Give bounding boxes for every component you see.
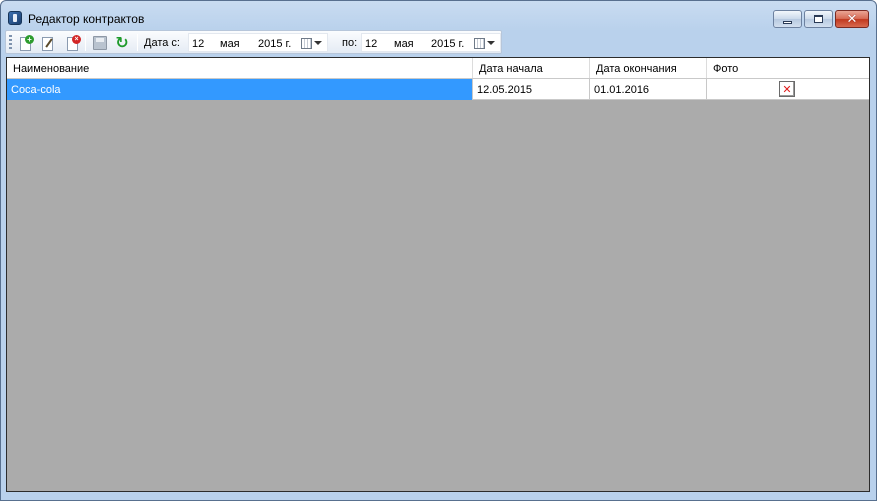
- add-button[interactable]: +: [17, 34, 35, 51]
- toolbar-separator: [137, 34, 138, 51]
- toolbar-separator: [85, 34, 86, 51]
- save-disk-icon: [93, 35, 107, 50]
- close-icon: ✕: [782, 82, 792, 96]
- edit-button[interactable]: [39, 34, 57, 51]
- cell-name[interactable]: Coca-cola: [7, 79, 473, 100]
- date-from-month[interactable]: мая: [220, 38, 240, 50]
- minimize-button[interactable]: [773, 10, 802, 28]
- delete-button[interactable]: ×: [64, 34, 82, 51]
- date-from-picker[interactable]: 12 мая 2015 г.: [188, 33, 328, 52]
- refresh-button[interactable]: ↻: [113, 34, 131, 51]
- close-icon: ✕: [846, 11, 858, 27]
- window-title: Редактор контрактов: [28, 12, 145, 26]
- date-from-calendar-button[interactable]: [301, 36, 325, 50]
- date-to-month[interactable]: мая: [394, 38, 414, 50]
- calendar-icon: [301, 37, 312, 49]
- date-from-label: Дата с:: [144, 37, 180, 49]
- date-from-year[interactable]: 2015 г.: [258, 38, 291, 50]
- contracts-grid[interactable]: Наименование Дата начала Дата окончания …: [6, 57, 870, 492]
- save-button[interactable]: [91, 34, 109, 51]
- delete-document-icon: ×: [65, 34, 81, 51]
- date-to-day[interactable]: 12: [365, 38, 377, 50]
- column-header-name[interactable]: Наименование: [7, 58, 473, 78]
- calendar-icon: [474, 37, 485, 49]
- column-header-start-date[interactable]: Дата начала: [473, 58, 590, 78]
- date-to-label: по:: [342, 37, 358, 49]
- toolbar: + × ↻ Дата с: 12 мая 2015 г. по: 12 мая …: [5, 30, 502, 54]
- column-header-end-date[interactable]: Дата окончания: [590, 58, 707, 78]
- maximize-button[interactable]: [804, 10, 833, 28]
- cell-end-date[interactable]: 01.01.2016: [590, 79, 707, 100]
- date-from-day[interactable]: 12: [192, 38, 204, 50]
- dropdown-arrow-icon: [487, 41, 495, 45]
- cell-start-date[interactable]: 12.05.2015: [473, 79, 590, 100]
- date-to-picker[interactable]: 12 мая 2015 г.: [361, 33, 501, 52]
- dropdown-arrow-icon: [314, 41, 322, 45]
- app-icon: [8, 11, 22, 25]
- close-button[interactable]: ✕: [835, 10, 869, 28]
- date-to-year[interactable]: 2015 г.: [431, 38, 464, 50]
- clear-photo-button[interactable]: ✕: [779, 81, 795, 97]
- table-row[interactable]: Coca-cola 12.05.2015 01.01.2016 ✕: [7, 79, 869, 100]
- contracts-editor-window: Редактор контрактов ✕ + × ↻ Дата с: 12 м…: [0, 0, 877, 501]
- column-header-photo[interactable]: Фото: [707, 58, 869, 78]
- title-bar[interactable]: Редактор контрактов ✕: [1, 1, 876, 29]
- refresh-icon: ↻: [115, 32, 129, 52]
- add-document-icon: +: [18, 34, 34, 51]
- date-to-calendar-button[interactable]: [474, 36, 498, 50]
- maximize-icon: [814, 15, 823, 23]
- edit-document-icon: [40, 35, 56, 51]
- toolbar-grip[interactable]: [9, 35, 12, 50]
- minimize-icon: [783, 20, 792, 24]
- grid-header: Наименование Дата начала Дата окончания …: [7, 58, 869, 79]
